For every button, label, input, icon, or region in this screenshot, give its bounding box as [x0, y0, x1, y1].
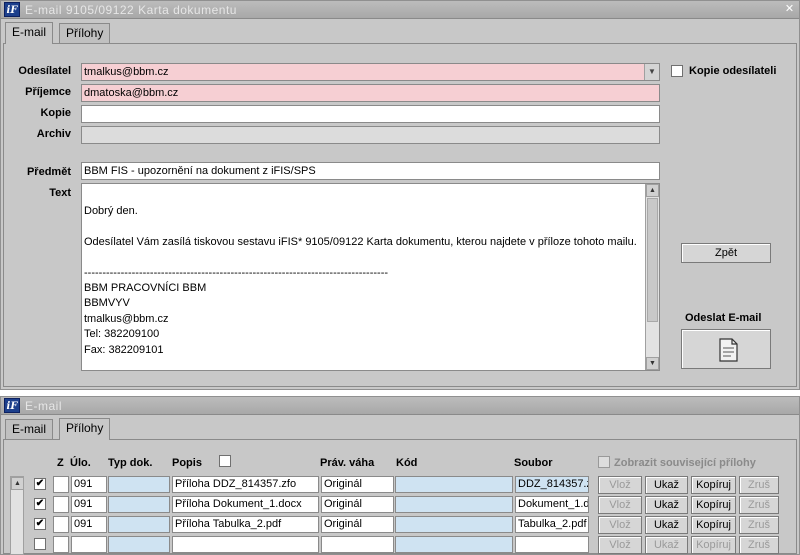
col-typ: Typ dok.	[108, 457, 153, 469]
cell-blank[interactable]	[53, 496, 69, 513]
show-related-label: Zobrazit související přílohy	[614, 457, 756, 469]
kopiruj-button[interactable]: Kopíruj	[691, 516, 736, 534]
cell-popis[interactable]: Příloha DDZ_814357.zfo	[172, 476, 319, 493]
cell-typ[interactable]	[108, 476, 170, 493]
col-soubor: Soubor	[514, 457, 553, 469]
sender-label: Odesílatel	[18, 65, 71, 77]
kopiruj-button[interactable]: Kopíruj	[691, 496, 736, 514]
show-related-checkbox[interactable]	[598, 456, 610, 468]
cell-ulo[interactable]: 091	[71, 516, 107, 533]
scroll-up-icon[interactable]: ▲	[11, 477, 24, 490]
tab-email-2[interactable]: E-mail	[5, 419, 54, 439]
popis-header-checkbox[interactable]	[219, 455, 231, 467]
cell-soubor[interactable]: Dokument_1.d	[515, 496, 589, 513]
title-bar[interactable]: iF E-mail 9105/09122 Karta dokumentu ✕	[1, 1, 799, 19]
copy-label: Kopie	[40, 107, 71, 119]
cell-blank[interactable]	[53, 536, 69, 553]
recipient-label: Příjemce	[25, 86, 71, 98]
cell-prav[interactable]: Originál	[321, 516, 394, 533]
cell-soubor[interactable]: DDZ_814357.z	[515, 476, 589, 493]
text-label: Text	[49, 187, 71, 199]
col-prav: Práv. váha	[320, 457, 375, 469]
cell-soubor[interactable]	[515, 536, 589, 553]
chevron-down-icon[interactable]: ▼	[644, 64, 659, 80]
cell-popis[interactable]: Příloha Tabulka_2.pdf	[172, 516, 319, 533]
recipient-input[interactable]: dmatoska@bbm.cz	[81, 84, 660, 102]
tab-email[interactable]: E-mail	[5, 22, 54, 44]
col-popis: Popis	[172, 457, 202, 469]
cell-blank[interactable]	[53, 516, 69, 533]
cell-ulo[interactable]: 091	[71, 496, 107, 513]
cell-kod[interactable]	[395, 536, 513, 553]
ukaz-button[interactable]: Ukaž	[645, 536, 688, 554]
cell-typ[interactable]	[108, 496, 170, 513]
cell-prav[interactable]	[321, 536, 394, 553]
kopiruj-button[interactable]: Kopíruj	[691, 476, 736, 494]
cell-popis[interactable]	[172, 536, 319, 553]
message-body-textarea[interactable]: Dobrý den. Odesílatel Vám zasílá tiskovo…	[81, 183, 660, 371]
archive-input[interactable]	[81, 126, 660, 144]
scroll-thumb[interactable]	[647, 198, 658, 322]
ifis-logo-icon: iF	[4, 398, 20, 413]
zrus-button[interactable]: Zruš	[739, 476, 779, 494]
sender-dropdown[interactable]: tmalkus@bbm.cz ▼	[81, 63, 660, 81]
zrus-button[interactable]: Zruš	[739, 536, 779, 554]
vloz-button[interactable]: Vlož	[598, 516, 642, 534]
cell-kod[interactable]	[395, 496, 513, 513]
send-email-label: Odeslat E-mail	[685, 312, 762, 324]
email-window: iF E-mail 9105/09122 Karta dokumentu ✕ E…	[0, 0, 800, 390]
back-button[interactable]: Zpět	[681, 243, 771, 263]
ukaz-button[interactable]: Ukaž	[645, 476, 688, 494]
window-title-2: E-mail	[25, 399, 63, 413]
copy-to-sender-label: Kopie odesílateli	[689, 65, 777, 77]
cell-prav[interactable]: Originál	[321, 476, 394, 493]
cell-popis[interactable]: Příloha Dokument_1.docx	[172, 496, 319, 513]
copy-to-sender-checkbox[interactable]	[671, 65, 683, 77]
scroll-down-icon[interactable]: ▼	[646, 357, 659, 370]
subject-input[interactable]: BBM FIS - upozornění na dokument z iFIS/…	[81, 162, 660, 180]
ukaz-button[interactable]: Ukaž	[645, 516, 688, 534]
title-bar-2[interactable]: iF E-mail	[1, 397, 799, 415]
vloz-button[interactable]: Vlož	[598, 476, 642, 494]
copy-input[interactable]	[81, 105, 660, 123]
ukaz-button[interactable]: Ukaž	[645, 496, 688, 514]
row-select-checkbox[interactable]: ✔	[34, 518, 46, 530]
row-select-checkbox[interactable]	[34, 538, 46, 550]
zrus-button[interactable]: Zruš	[739, 496, 779, 514]
cell-typ[interactable]	[108, 536, 170, 553]
tab-attachments-2[interactable]: Přílohy	[59, 418, 111, 440]
sender-value: tmalkus@bbm.cz	[84, 66, 169, 78]
vloz-button[interactable]: Vlož	[598, 496, 642, 514]
cell-typ[interactable]	[108, 516, 170, 533]
col-kod: Kód	[396, 457, 418, 469]
attachments-scrollbar[interactable]: ▲	[10, 476, 24, 555]
message-body-text: Dobrý den. Odesílatel Vám zasílá tiskovo…	[84, 205, 637, 356]
send-email-button[interactable]	[681, 329, 771, 369]
window-title: E-mail 9105/09122 Karta dokumentu	[25, 3, 237, 17]
cell-kod[interactable]	[395, 516, 513, 533]
row-select-checkbox[interactable]: ✔	[34, 478, 46, 490]
zrus-button[interactable]: Zruš	[739, 516, 779, 534]
tab-attachments[interactable]: Přílohy	[59, 23, 111, 43]
cell-ulo[interactable]: 091	[71, 476, 107, 493]
scroll-up-icon[interactable]: ▲	[646, 184, 659, 197]
kopiruj-button[interactable]: Kopíruj	[691, 536, 736, 554]
subject-label: Předmět	[26, 166, 71, 178]
vloz-button[interactable]: Vlož	[598, 536, 642, 554]
document-send-icon	[719, 338, 738, 362]
cell-soubor[interactable]: Tabulka_2.pdf	[515, 516, 589, 533]
col-z: Z	[57, 457, 64, 469]
cell-prav[interactable]: Originál	[321, 496, 394, 513]
cell-ulo[interactable]	[71, 536, 107, 553]
cell-blank[interactable]	[53, 476, 69, 493]
row-select-checkbox[interactable]: ✔	[34, 498, 46, 510]
ifis-logo-icon: iF	[4, 2, 20, 17]
col-ulo: Úlo.	[70, 457, 91, 469]
archive-label: Archiv	[36, 128, 71, 140]
cell-kod[interactable]	[395, 476, 513, 493]
close-icon[interactable]: ✕	[783, 3, 796, 16]
message-scrollbar[interactable]: ▲ ▼	[645, 184, 659, 370]
